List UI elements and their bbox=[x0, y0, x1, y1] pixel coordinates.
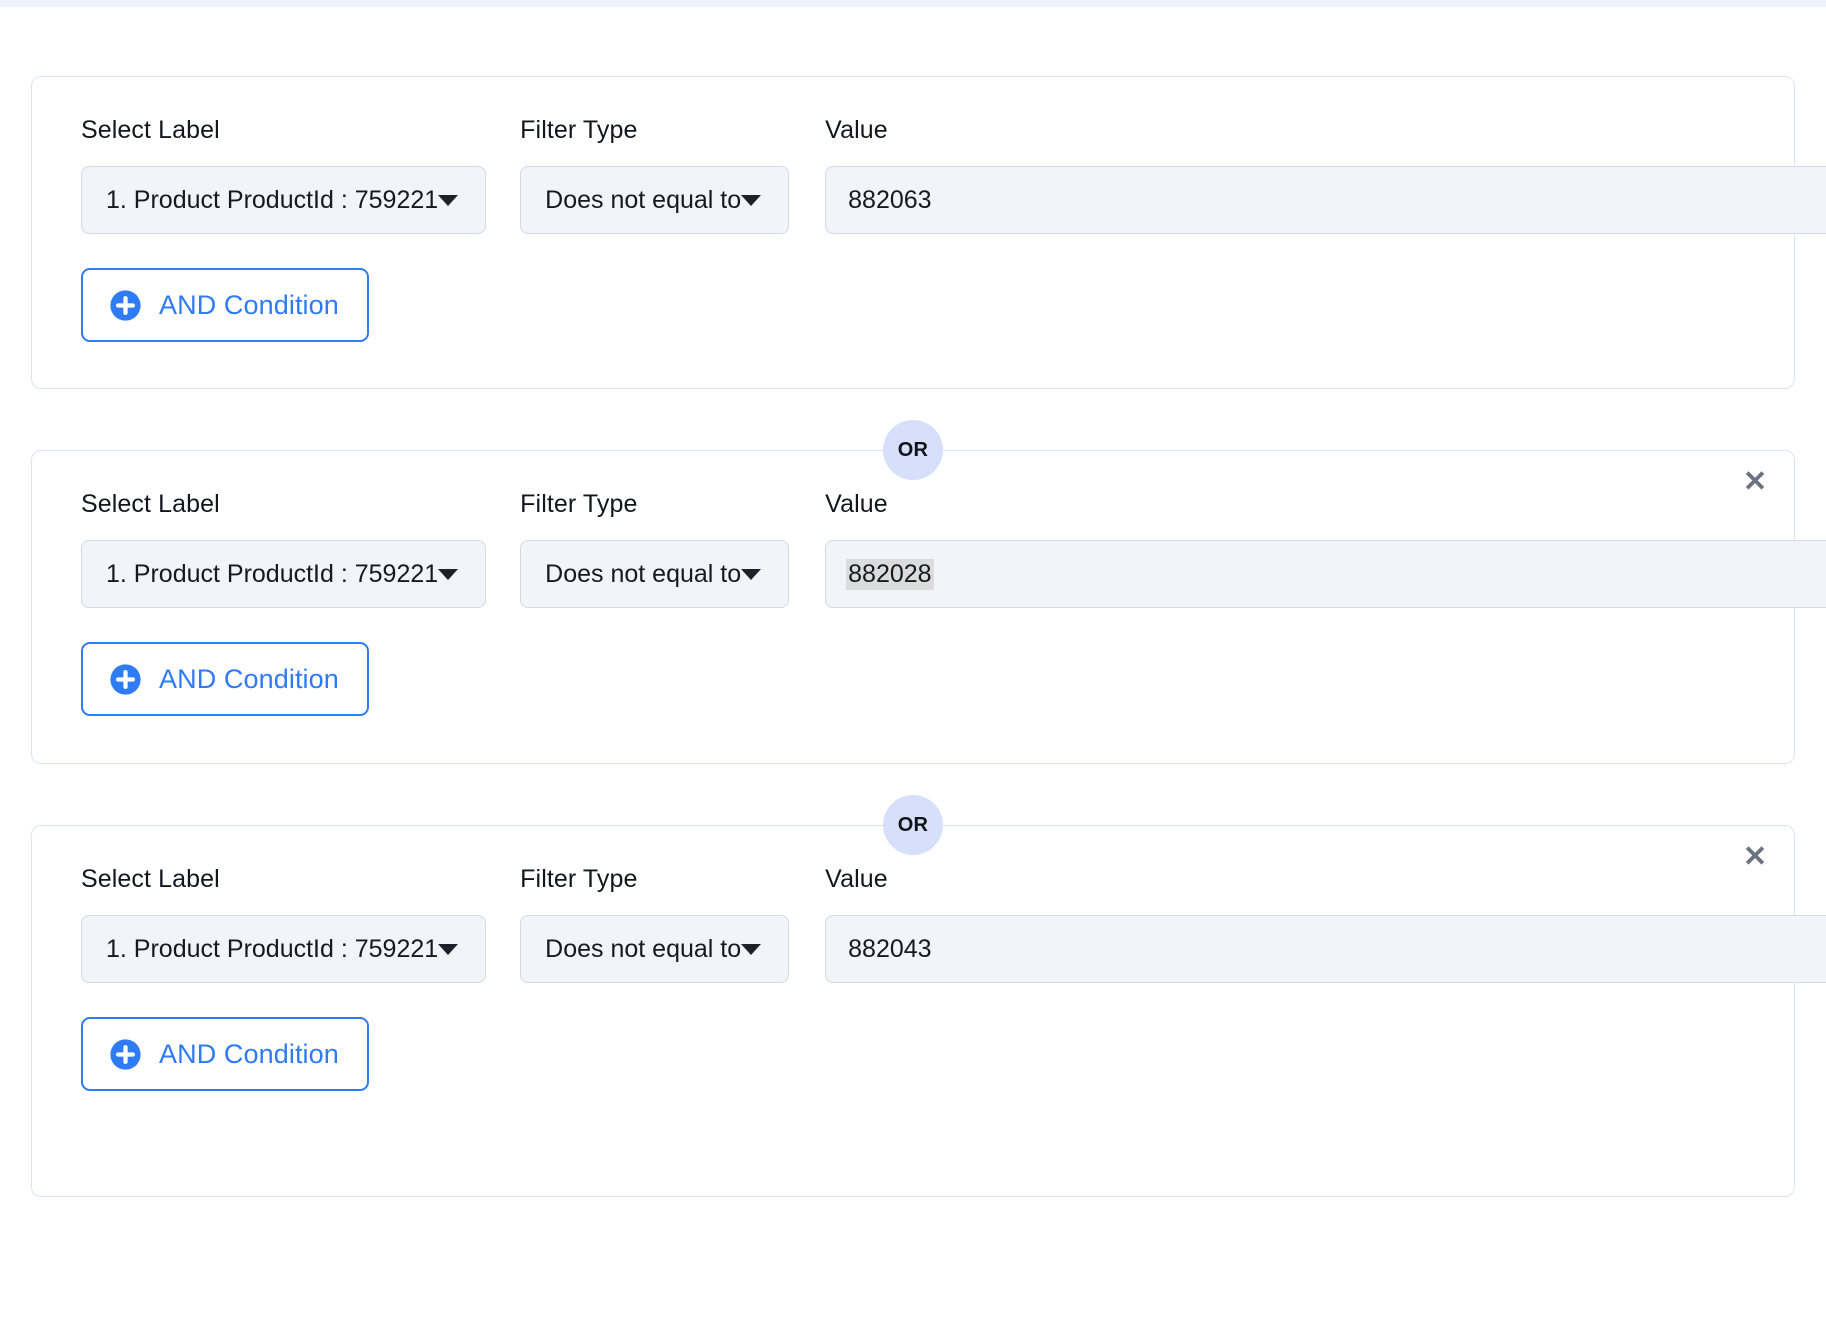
value-input-2[interactable]: 882028 bbox=[825, 540, 1826, 608]
plus-circle-icon bbox=[109, 663, 142, 696]
and-condition-label-3: AND Condition bbox=[159, 1038, 339, 1069]
filter-type-caption-2: Filter Type bbox=[520, 490, 638, 518]
select-label-value-3: 1. Product ProductId : 759221 bbox=[106, 934, 439, 963]
plus-circle-icon bbox=[109, 1038, 142, 1071]
chevron-down-icon bbox=[741, 568, 762, 580]
add-and-condition-button-3[interactable]: AND Condition bbox=[81, 1017, 369, 1091]
filter-type-caption-3: Filter Type bbox=[520, 865, 638, 893]
chevron-down-icon bbox=[438, 194, 459, 206]
close-icon[interactable]: ✕ bbox=[1738, 465, 1772, 499]
filter-type-dropdown-1[interactable]: Does not equal to bbox=[520, 166, 790, 234]
plus-circle-icon bbox=[109, 289, 142, 322]
filter-group-3: ✕ Select Label 1. Product ProductId : 75… bbox=[31, 825, 1826, 1197]
and-condition-label-1: AND Condition bbox=[159, 289, 339, 320]
filter-type-value-1: Does not equal to bbox=[545, 185, 742, 214]
and-condition-row-2: AND Condition bbox=[32, 608, 1794, 716]
or-badge-1[interactable]: OR bbox=[883, 420, 943, 480]
value-input-wrapper-3: 882043 bbox=[825, 915, 1826, 983]
select-label-caption-3: Select Label bbox=[81, 865, 220, 893]
value-text-3: 882043 bbox=[848, 934, 932, 963]
filter-type-dropdown-3[interactable]: Does not equal to bbox=[520, 915, 790, 983]
and-condition-row-1: AND Condition bbox=[32, 234, 1794, 342]
add-and-condition-button-1[interactable]: AND Condition bbox=[81, 268, 369, 342]
chevron-down-icon bbox=[741, 943, 762, 955]
filter-type-field-1: Filter Type Does not equal to bbox=[520, 116, 790, 234]
filter-type-field-2: Filter Type Does not equal to bbox=[520, 490, 790, 608]
value-text-1: 882063 bbox=[848, 185, 932, 214]
value-input-wrapper-2: 882028 bbox=[825, 540, 1826, 608]
chevron-down-icon bbox=[741, 194, 762, 206]
and-condition-label-2: AND Condition bbox=[159, 663, 339, 694]
and-condition-row-3: AND Condition bbox=[32, 983, 1794, 1091]
filter-group-1: Select Label 1. Product ProductId : 7592… bbox=[31, 76, 1826, 389]
add-and-condition-button-2[interactable]: AND Condition bbox=[81, 642, 369, 716]
value-input-3[interactable]: 882043 bbox=[825, 915, 1826, 983]
chevron-down-icon bbox=[438, 568, 459, 580]
select-label-dropdown-3[interactable]: 1. Product ProductId : 759221 bbox=[81, 915, 487, 983]
or-separator-2: OR bbox=[0, 764, 1826, 855]
select-label-field-1: Select Label 1. Product ProductId : 7592… bbox=[81, 116, 487, 234]
filter-type-dropdown-2[interactable]: Does not equal to bbox=[520, 540, 790, 608]
value-input-1[interactable]: 882063 bbox=[825, 166, 1826, 234]
chevron-down-icon bbox=[438, 943, 459, 955]
select-label-caption-2: Select Label bbox=[81, 490, 220, 518]
top-edge-strip bbox=[0, 0, 1826, 7]
filter-type-value-2: Does not equal to bbox=[545, 559, 742, 588]
select-label-dropdown-1[interactable]: 1. Product ProductId : 759221 bbox=[81, 166, 487, 234]
select-label-value-1: 1. Product ProductId : 759221 bbox=[106, 185, 439, 214]
filter-type-caption-1: Filter Type bbox=[520, 116, 638, 144]
select-label-field-2: Select Label 1. Product ProductId : 7592… bbox=[81, 490, 487, 608]
select-label-caption-1: Select Label bbox=[81, 116, 220, 144]
value-field-2: Value 882028 bbox=[825, 492, 1826, 608]
or-badge-2[interactable]: OR bbox=[883, 795, 943, 855]
value-field-3: Value 882043 bbox=[825, 867, 1826, 983]
or-separator-1: OR bbox=[0, 389, 1826, 480]
value-caption-3: Value bbox=[825, 865, 888, 893]
value-caption-1: Value bbox=[825, 116, 888, 144]
value-field-1: Value 882063 bbox=[825, 118, 1826, 234]
filter-type-field-3: Filter Type Does not equal to bbox=[520, 865, 790, 983]
select-label-dropdown-2[interactable]: 1. Product ProductId : 759221 bbox=[81, 540, 487, 608]
value-caption-2: Value bbox=[825, 490, 888, 518]
filter-type-value-3: Does not equal to bbox=[545, 934, 742, 963]
value-input-wrapper-1: 882063 bbox=[825, 166, 1826, 234]
select-label-value-2: 1. Product ProductId : 759221 bbox=[106, 559, 439, 588]
select-label-field-3: Select Label 1. Product ProductId : 7592… bbox=[81, 865, 487, 983]
filter-group-2: ✕ Select Label 1. Product ProductId : 75… bbox=[31, 450, 1826, 764]
filter-fields-row-1: Select Label 1. Product ProductId : 7592… bbox=[32, 77, 1826, 234]
close-icon[interactable]: ✕ bbox=[1738, 840, 1772, 874]
filter-condition-builder: Select Label 1. Product ProductId : 7592… bbox=[0, 7, 1826, 1197]
value-text-2: 882028 bbox=[846, 558, 934, 590]
